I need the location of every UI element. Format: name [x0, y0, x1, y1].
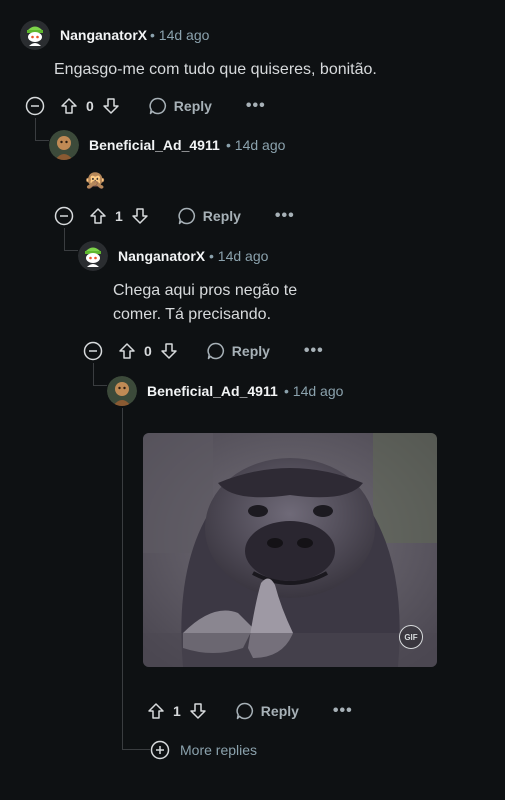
thread-line: [35, 140, 49, 141]
thread-line: [93, 385, 107, 386]
gif-media[interactable]: GIF: [143, 433, 437, 667]
thread-line: [64, 228, 65, 250]
chat-bubble-icon: [207, 342, 224, 360]
comment-username[interactable]: NanganatorX: [60, 27, 147, 43]
comment-timestamp[interactable]: 14d ago: [235, 137, 286, 153]
reply-button[interactable]: Reply: [148, 96, 212, 116]
more-options-button[interactable]: •••: [333, 702, 353, 720]
separator-dot: •: [209, 248, 214, 264]
thread-line: [122, 749, 150, 750]
gorilla-gif-image: [143, 433, 437, 667]
downvote-icon[interactable]: [158, 340, 180, 362]
collapse-thread-icon[interactable]: [54, 206, 74, 226]
more-replies-label: More replies: [180, 742, 258, 758]
comment-meta: • 14d ago: [226, 137, 285, 153]
chat-bubble-icon: [178, 207, 195, 225]
vote-count: 0: [144, 343, 152, 359]
avatar[interactable]: [78, 241, 108, 271]
comment-username[interactable]: NanganatorX: [118, 248, 205, 264]
more-replies-button[interactable]: More replies: [150, 739, 257, 761]
upvote-icon[interactable]: [116, 340, 138, 362]
reply-label: Reply: [173, 98, 212, 114]
collapse-thread-icon[interactable]: [83, 341, 103, 361]
comment-meta: • 14d ago: [284, 383, 343, 399]
user-avatar-icon: [49, 130, 79, 160]
more-options-button[interactable]: •••: [304, 342, 324, 360]
comment-timestamp[interactable]: 14d ago: [159, 27, 210, 43]
comment-timestamp[interactable]: 14d ago: [218, 248, 269, 264]
separator-dot: •: [150, 27, 155, 43]
chat-bubble-icon: [236, 702, 253, 720]
snoo-avatar-icon: [20, 20, 50, 50]
more-options-button[interactable]: •••: [275, 207, 295, 225]
chat-bubble-icon: [149, 97, 166, 115]
separator-dot: •: [226, 137, 231, 153]
thread-line: [35, 118, 36, 140]
vote-count: 1: [173, 703, 181, 719]
avatar[interactable]: [49, 130, 79, 160]
comment-timestamp[interactable]: 14d ago: [293, 383, 344, 399]
reply-button[interactable]: Reply: [206, 341, 270, 361]
thread-line: [122, 408, 123, 749]
reply-label: Reply: [202, 208, 241, 224]
downvote-icon[interactable]: [129, 205, 151, 227]
comment-text: 🙊: [84, 170, 107, 190]
snoo-avatar-icon: [78, 241, 108, 271]
avatar[interactable]: [20, 20, 50, 50]
downvote-icon[interactable]: [187, 700, 209, 722]
reply-button[interactable]: Reply: [235, 701, 299, 721]
reply-label: Reply: [231, 343, 270, 359]
more-options-button[interactable]: •••: [246, 97, 266, 115]
upvote-icon[interactable]: [145, 700, 167, 722]
comment-actions: 0 Reply •••: [58, 94, 266, 118]
comment-meta: • 14d ago: [209, 248, 268, 264]
thread-line: [93, 363, 94, 385]
comment-text: Engasgo-me com tudo que quiseres, bonitã…: [54, 61, 377, 78]
upvote-icon[interactable]: [87, 205, 109, 227]
comment-actions: 0 Reply •••: [116, 339, 324, 363]
avatar[interactable]: [107, 376, 137, 406]
comment-username[interactable]: Beneficial_Ad_4911: [147, 383, 278, 399]
comment-actions: 1 Reply •••: [145, 699, 353, 723]
downvote-icon[interactable]: [100, 95, 122, 117]
user-avatar-icon: [107, 376, 137, 406]
comment-meta: • 14d ago: [150, 27, 209, 43]
comment-username[interactable]: Beneficial_Ad_4911: [89, 137, 220, 153]
gif-badge: GIF: [399, 625, 423, 649]
comment-actions: 1 Reply •••: [87, 204, 295, 228]
thread-line: [64, 250, 78, 251]
vote-count: 0: [86, 98, 94, 114]
vote-count: 1: [115, 208, 123, 224]
plus-circle-icon: [150, 740, 170, 760]
comment-text: Chega aqui pros negão te comer. Tá preci…: [113, 282, 298, 323]
collapse-thread-icon[interactable]: [25, 96, 45, 116]
reply-label: Reply: [260, 703, 299, 719]
upvote-icon[interactable]: [58, 95, 80, 117]
separator-dot: •: [284, 383, 289, 399]
reply-button[interactable]: Reply: [177, 206, 241, 226]
